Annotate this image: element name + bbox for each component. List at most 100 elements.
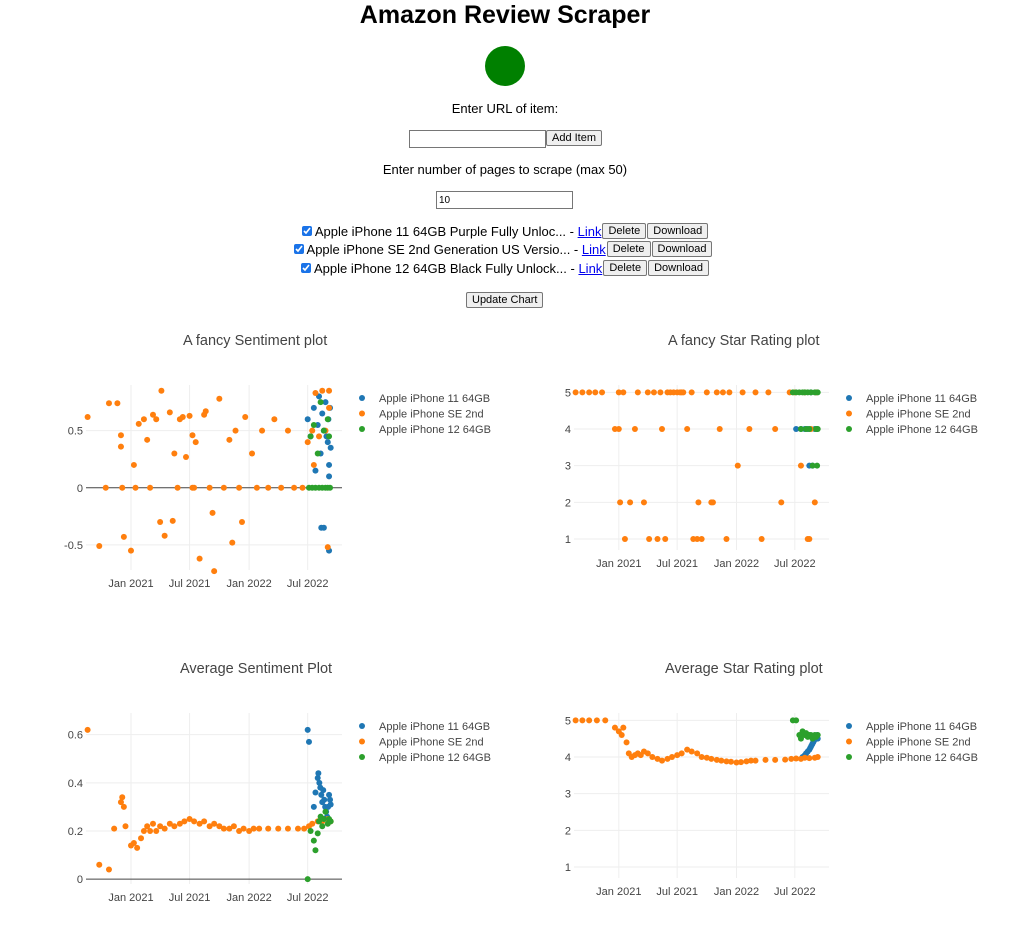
data-point	[140, 416, 147, 423]
data-point	[256, 825, 263, 832]
data-point	[206, 823, 213, 830]
data-point	[211, 568, 218, 575]
data-point	[772, 426, 779, 432]
data-point	[813, 389, 820, 396]
data-point	[803, 750, 810, 757]
data-point	[703, 389, 710, 396]
item-link[interactable]: Link	[582, 242, 606, 257]
x-tick-label: Jan 2021	[108, 892, 153, 904]
data-point	[211, 820, 218, 827]
download-button[interactable]: Download	[651, 241, 713, 257]
data-point	[322, 399, 329, 406]
data-point	[806, 462, 813, 469]
add-item-button[interactable]: Add Item	[546, 130, 603, 146]
item-link[interactable]: Link	[578, 224, 602, 239]
data-point	[809, 735, 816, 742]
data-point	[312, 467, 319, 474]
data-point	[669, 754, 676, 760]
legend-marker	[359, 723, 365, 729]
data-point	[670, 389, 677, 396]
data-point	[811, 732, 818, 738]
data-point	[680, 389, 687, 396]
data-point	[157, 823, 164, 830]
data-point	[809, 741, 816, 748]
data-point	[804, 536, 811, 542]
data-point	[814, 732, 821, 738]
x-tick-label: Jul 2022	[774, 558, 816, 570]
y-tick-label: 3	[565, 789, 571, 801]
data-point	[806, 755, 813, 762]
legend-label: Apple iPhone SE 2nd	[866, 737, 971, 749]
data-point	[662, 536, 669, 542]
data-point	[130, 461, 137, 468]
data-point	[316, 433, 323, 440]
data-point	[615, 728, 622, 735]
data-point	[634, 750, 641, 757]
data-point	[291, 484, 298, 491]
data-point	[801, 389, 808, 396]
legend-marker	[846, 395, 852, 401]
data-point	[310, 461, 317, 468]
data-point	[161, 532, 168, 539]
delete-button[interactable]: Delete	[603, 260, 648, 276]
y-tick-label: 0	[77, 874, 83, 886]
pages-input[interactable]	[436, 191, 573, 209]
item-checkbox[interactable]	[300, 263, 311, 273]
item-checkbox[interactable]	[293, 244, 304, 254]
url-input[interactable]	[409, 130, 546, 148]
data-point	[327, 444, 334, 451]
data-point	[797, 462, 804, 469]
item-checkbox[interactable]	[301, 226, 312, 236]
data-point	[278, 484, 285, 491]
data-point	[811, 499, 818, 506]
data-point	[309, 484, 316, 491]
data-point	[310, 421, 317, 428]
data-point	[186, 815, 193, 822]
chart-title: A fancy Star Rating plot	[668, 333, 820, 349]
data-point	[646, 536, 653, 542]
data-point	[814, 462, 821, 469]
data-point	[238, 519, 245, 526]
data-point	[709, 499, 716, 506]
y-tick-label: 0.2	[68, 826, 83, 838]
data-point	[723, 536, 730, 542]
data-point	[294, 825, 301, 832]
chart-title: Average Sentiment Plot	[180, 661, 333, 677]
legend-marker	[359, 754, 365, 760]
data-point	[804, 426, 811, 432]
data-point	[230, 823, 237, 830]
data-point	[192, 439, 199, 446]
data-point	[96, 861, 103, 868]
data-point	[796, 732, 803, 738]
download-button[interactable]: Download	[647, 223, 709, 239]
x-tick-label: Jan 2022	[714, 886, 759, 898]
data-point	[153, 416, 160, 423]
y-tick-label: 0.5	[68, 426, 83, 438]
data-point	[726, 389, 733, 396]
delete-button[interactable]: Delete	[606, 241, 651, 257]
data-point	[242, 413, 249, 420]
data-point	[84, 726, 91, 733]
download-button[interactable]: Download	[648, 260, 710, 276]
data-point	[307, 828, 314, 835]
data-point	[678, 389, 685, 396]
y-tick-label: 4	[565, 752, 571, 764]
data-point	[323, 808, 330, 815]
item-name: Apple iPhone SE 2nd Generation US Versio…	[306, 241, 571, 257]
data-point	[814, 389, 821, 396]
delete-button[interactable]: Delete	[602, 223, 647, 239]
url-row: Add Item	[409, 130, 603, 148]
update-chart-button[interactable]: Update Chart	[466, 292, 544, 308]
data-point	[305, 738, 312, 745]
data-point	[144, 823, 151, 830]
data-point	[310, 803, 317, 810]
pages-label: Enter number of pages to scrape (max 50)	[382, 162, 628, 177]
data-point	[206, 484, 213, 491]
x-tick-label: Jan 2022	[226, 892, 271, 904]
data-point	[813, 733, 820, 740]
data-point	[808, 743, 815, 749]
data-point	[703, 754, 710, 761]
item-link[interactable]: Link	[578, 261, 602, 276]
item-row: Apple iPhone 11 64GB Purple Fully Unloc.…	[0, 222, 1010, 240]
data-point	[812, 735, 819, 742]
